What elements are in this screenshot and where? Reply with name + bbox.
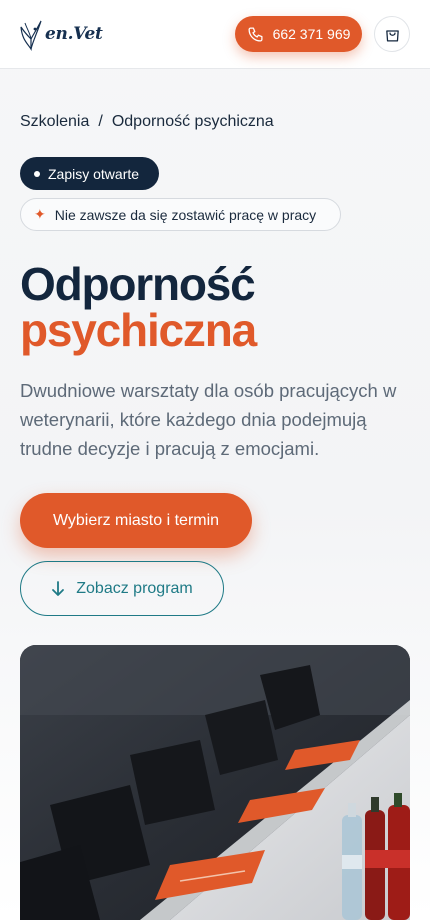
tagline-badge-label: Nie zawsze da się zostawić pracę w pracy <box>54 206 317 223</box>
conference-room-photo <box>20 645 410 920</box>
sparkle-icon: ✦ <box>34 206 46 222</box>
see-program-button[interactable]: Zobacz program <box>20 561 224 616</box>
tagline-badge: ✦ Nie zawsze da się zostawić pracę w pra… <box>20 198 341 231</box>
breadcrumb: Szkolenia / Odporność psychiczna <box>20 113 274 131</box>
breadcrumb-current: Odporność psychiczna <box>111 113 274 130</box>
bird-logo-icon <box>20 20 42 51</box>
cart-button[interactable] <box>374 16 410 52</box>
page-title: Odporność psychiczna <box>20 258 257 356</box>
page-title-line1: Odporność <box>20 258 256 310</box>
hero-description: Dwudniowe warsztaty dla osób pracujących… <box>20 380 397 459</box>
breadcrumb-separator: / <box>98 113 103 130</box>
choose-city-date-label: Wybierz miasto i termin <box>52 511 220 529</box>
hero-photo <box>20 645 410 920</box>
choose-city-date-button[interactable]: Wybierz miasto i termin <box>20 493 252 548</box>
status-dot-icon <box>34 170 40 177</box>
phone-icon <box>248 26 263 42</box>
page-title-line2: psychiczna <box>20 304 257 356</box>
phone-number: 662 371 969 <box>272 26 351 42</box>
status-badge: Zapisy otwarte <box>20 157 159 190</box>
shopping-bag-icon <box>385 29 399 42</box>
breadcrumb-link-szkolenia[interactable]: Szkolenia <box>20 113 89 131</box>
phone-button[interactable]: 662 371 969 <box>235 16 362 52</box>
arrow-down-icon <box>52 580 65 596</box>
logo-text: en.Vet <box>45 24 103 44</box>
status-badge-label: Zapisy otwarte <box>48 165 140 182</box>
logo-link[interactable]: en.Vet <box>19 16 103 52</box>
see-program-label: Zobacz program <box>76 579 193 597</box>
site-header: en.Vet 662 371 969 <box>0 0 430 69</box>
